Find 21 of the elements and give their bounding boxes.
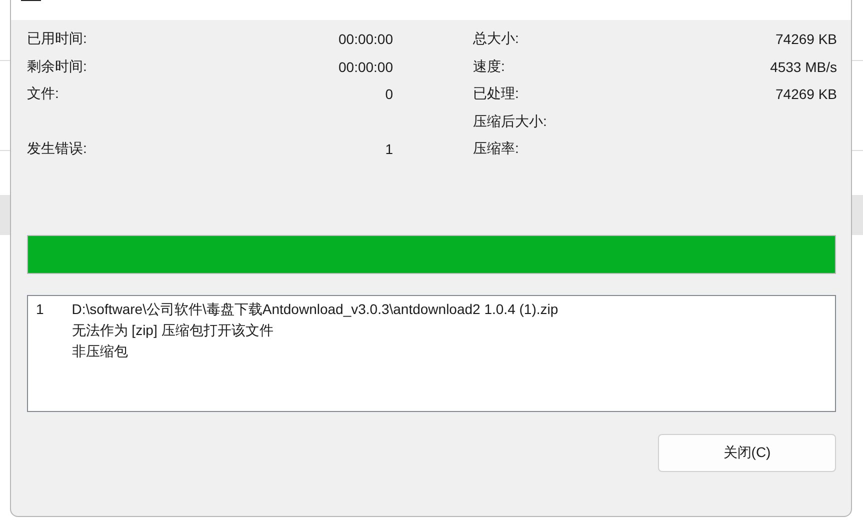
stat-label: 文件: (27, 85, 59, 104)
stat-label: 已用时间: (27, 30, 87, 48)
stat-value: 00:00:00 (338, 31, 393, 48)
stat-value: 74269 KB (776, 31, 837, 48)
close-button[interactable]: 关闭(C) (658, 434, 836, 472)
stat-label: 压缩率: (473, 140, 519, 158)
stat-label: 速度: (473, 58, 505, 76)
stat-label: 剩余时间: (27, 58, 87, 76)
stat-value: 74269 KB (776, 86, 837, 102)
entry-number: 1 (36, 301, 44, 319)
stat-label: 已处理: (473, 85, 519, 104)
stat-label: 总大小: (473, 30, 519, 48)
log-line: 无法作为 [zip] 压缩包打开该文件 (72, 322, 274, 340)
stat-value: 0 (385, 86, 393, 102)
stat-value: 4533 MB/s (770, 58, 837, 75)
stat-label: 压缩后大小: (473, 112, 547, 131)
log-line: 非压缩包 (72, 343, 129, 361)
stat-value: 00:00:00 (338, 58, 393, 75)
stat-label: 发生错误: (27, 140, 87, 158)
log-line: D:\software\公司软件\毒盘下载Antdownload_v3.0.3\antdownload2 1.0.4 (1).zip (72, 301, 558, 319)
stat-value: 1 (385, 141, 393, 158)
